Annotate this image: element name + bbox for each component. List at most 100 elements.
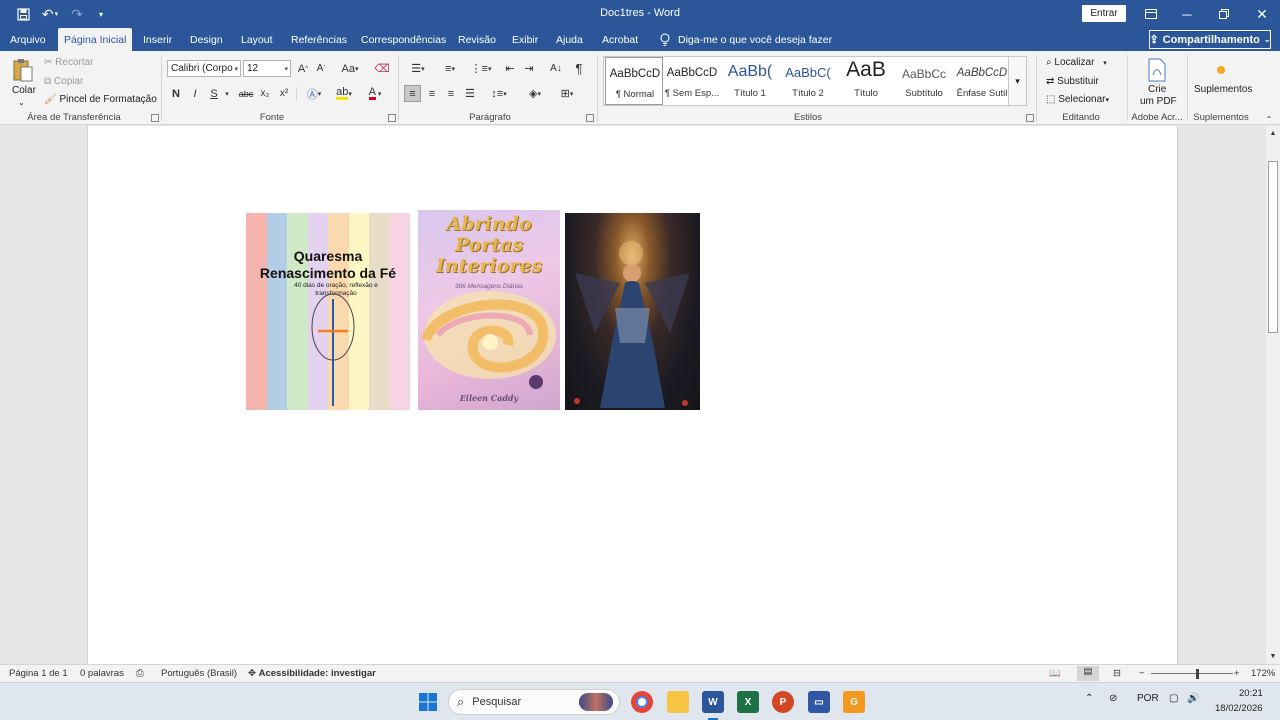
- show-hidden-icons[interactable]: ⌃: [1085, 693, 1093, 704]
- style-subtitle[interactable]: AaBbCc Subtítulo: [895, 57, 953, 105]
- vertical-scrollbar[interactable]: ▲ ▼: [1266, 126, 1280, 664]
- style-heading-2[interactable]: AaBbC( Título 2: [779, 57, 837, 105]
- clock-time[interactable]: 20:21: [1239, 688, 1263, 699]
- create-pdf-icon[interactable]: [1145, 57, 1169, 83]
- create-pdf-label-1[interactable]: Crie: [1148, 84, 1166, 95]
- windows-start-icon[interactable]: [417, 691, 439, 713]
- language-status[interactable]: Português (Brasil): [161, 668, 237, 679]
- zoom-slider-thumb[interactable]: [1196, 669, 1199, 679]
- tab-referencias[interactable]: Referências: [291, 28, 347, 51]
- read-mode-icon[interactable]: 📖: [1049, 668, 1061, 679]
- tab-revisao[interactable]: Revisão: [458, 28, 496, 51]
- find-button[interactable]: ⌕ Localizar ▾: [1046, 57, 1107, 68]
- shading-icon[interactable]: ◈ ▾: [522, 85, 548, 102]
- tab-correspondencias[interactable]: Correspondências: [361, 28, 446, 51]
- zoom-slider[interactable]: [1151, 673, 1233, 674]
- underline-chevron-icon[interactable]: ▾: [222, 85, 232, 102]
- clear-formatting-icon[interactable]: ⌫: [374, 60, 390, 77]
- tab-pagina-inicial[interactable]: Página Inicial: [58, 28, 133, 51]
- paste-label[interactable]: Colar: [12, 85, 36, 96]
- subscript-button[interactable]: x₂: [258, 85, 272, 102]
- tab-exibir[interactable]: Exibir: [512, 28, 538, 51]
- style-heading-1[interactable]: AaBb( Título 1: [721, 57, 779, 105]
- multilevel-list-icon[interactable]: ⋮≡ ▾: [468, 60, 494, 77]
- tab-inserir[interactable]: Inserir: [143, 28, 172, 51]
- paste-chevron-icon[interactable]: ⌄: [18, 98, 25, 107]
- collapse-ribbon-icon[interactable]: ⌃: [1264, 114, 1274, 124]
- scroll-up-icon[interactable]: ▲: [1267, 127, 1279, 139]
- chrome-icon[interactable]: [631, 691, 653, 713]
- strikethrough-button[interactable]: abc: [237, 85, 255, 102]
- close-button[interactable]: ✕: [1251, 0, 1273, 28]
- powerpoint-icon[interactable]: P: [772, 691, 794, 713]
- tab-ajuda[interactable]: Ajuda: [556, 28, 583, 51]
- word-count[interactable]: 0 palavras: [80, 668, 124, 679]
- styles-more-icon[interactable]: ▾: [1008, 56, 1027, 106]
- bold-button[interactable]: N: [170, 85, 182, 102]
- select-button[interactable]: ⬚ Selecionar▾: [1046, 94, 1109, 105]
- maximize-button[interactable]: [1213, 0, 1235, 28]
- customize-quick-access-icon[interactable]: ▾: [94, 0, 108, 28]
- book-cover-abrindo-portas[interactable]: Abrindo Portas Interiores 366 Mensagens …: [418, 210, 560, 410]
- superscript-button[interactable]: x²: [277, 85, 291, 102]
- styles-dialog-launcher[interactable]: [1026, 114, 1034, 122]
- style-title[interactable]: AaB Título: [837, 57, 895, 105]
- web-layout-icon[interactable]: ⊟: [1113, 668, 1121, 679]
- show-marks-icon[interactable]: ¶: [571, 60, 587, 77]
- angel-image[interactable]: [565, 213, 700, 410]
- format-painter-button[interactable]: 🖌 Pincel de Formatação: [44, 94, 157, 105]
- decrease-indent-icon[interactable]: ⇤: [502, 60, 518, 77]
- justify-icon[interactable]: ☰: [462, 85, 478, 102]
- proofing-icon[interactable]: ⎙: [136, 668, 144, 679]
- print-layout-icon[interactable]: ▤: [1077, 666, 1099, 681]
- scroll-down-icon[interactable]: ▼: [1267, 650, 1279, 662]
- paste-icon[interactable]: [12, 57, 34, 83]
- numbering-icon[interactable]: ≡ ▾: [437, 60, 463, 77]
- change-case-icon[interactable]: Aa ▾: [338, 60, 362, 77]
- grow-font-icon[interactable]: A ^: [296, 60, 310, 77]
- signin-button[interactable]: Entrar: [1082, 5, 1126, 22]
- file-explorer-icon[interactable]: [667, 691, 689, 713]
- copy-button[interactable]: ⧉ Copiar: [44, 76, 83, 87]
- redo-icon[interactable]: ↷: [68, 0, 86, 28]
- zoom-in-button[interactable]: +: [1234, 668, 1240, 679]
- style-no-spacing[interactable]: AaBbCcD ¶ Sem Esp...: [663, 57, 721, 105]
- network-icon[interactable]: ⊘: [1109, 693, 1117, 704]
- increase-indent-icon[interactable]: ⇥: [521, 60, 537, 77]
- shrink-font-icon[interactable]: Aˇ: [314, 60, 328, 77]
- accessibility-status[interactable]: ✥ Acessibilidade: investigar: [248, 668, 376, 679]
- font-name-combo[interactable]: Calibri (Corpo ▾: [167, 60, 241, 77]
- tell-me-box[interactable]: Diga-me o que você deseja fazer: [660, 28, 832, 51]
- create-pdf-label-2[interactable]: um PDF: [1140, 96, 1177, 107]
- zoom-out-button[interactable]: −: [1139, 668, 1145, 679]
- minimize-button[interactable]: ─: [1176, 0, 1198, 28]
- calculator-icon[interactable]: ▭: [808, 691, 830, 713]
- align-right-icon[interactable]: ≡: [443, 85, 459, 102]
- font-size-combo[interactable]: 12 ▾: [243, 60, 291, 77]
- bullets-icon[interactable]: ☰ ▾: [405, 60, 431, 77]
- underline-button[interactable]: S: [208, 85, 220, 102]
- zoom-level[interactable]: 172%: [1251, 668, 1275, 679]
- align-left-icon[interactable]: ≡: [404, 85, 421, 102]
- app-icon[interactable]: G: [843, 691, 865, 713]
- taskbar-search[interactable]: ⌕ Pesquisar: [448, 689, 620, 715]
- clock-date[interactable]: 18/02/2026: [1215, 703, 1263, 714]
- scrollbar-thumb[interactable]: [1268, 161, 1278, 333]
- book-cover-quaresma[interactable]: Quaresma Renascimento da Fé 40 dias de o…: [246, 213, 410, 410]
- undo-icon[interactable]: ↶ ▾: [38, 0, 62, 28]
- excel-icon[interactable]: X: [737, 691, 759, 713]
- highlight-color-icon[interactable]: ab ▾: [331, 85, 357, 102]
- save-icon[interactable]: [14, 0, 32, 28]
- input-language[interactable]: POR: [1137, 693, 1159, 704]
- clipboard-dialog-launcher[interactable]: [151, 114, 159, 122]
- addins-icon[interactable]: [1214, 63, 1228, 77]
- text-effects-icon[interactable]: Ⓐ ▾: [301, 85, 327, 102]
- line-spacing-icon[interactable]: ↕≡ ▾: [486, 85, 512, 102]
- style-subtle-emphasis[interactable]: AaBbCcD Ênfase Sutil: [953, 57, 1011, 105]
- volume-icon[interactable]: 🔊: [1187, 693, 1199, 704]
- cut-button[interactable]: ✂ Recortar: [44, 57, 94, 68]
- share-button[interactable]: ⇪ Compartilhamento ⌄: [1149, 30, 1271, 49]
- phone-link-icon[interactable]: ▢: [1169, 693, 1178, 704]
- italic-button[interactable]: I: [189, 85, 201, 102]
- addins-label[interactable]: Suplementos: [1194, 84, 1252, 95]
